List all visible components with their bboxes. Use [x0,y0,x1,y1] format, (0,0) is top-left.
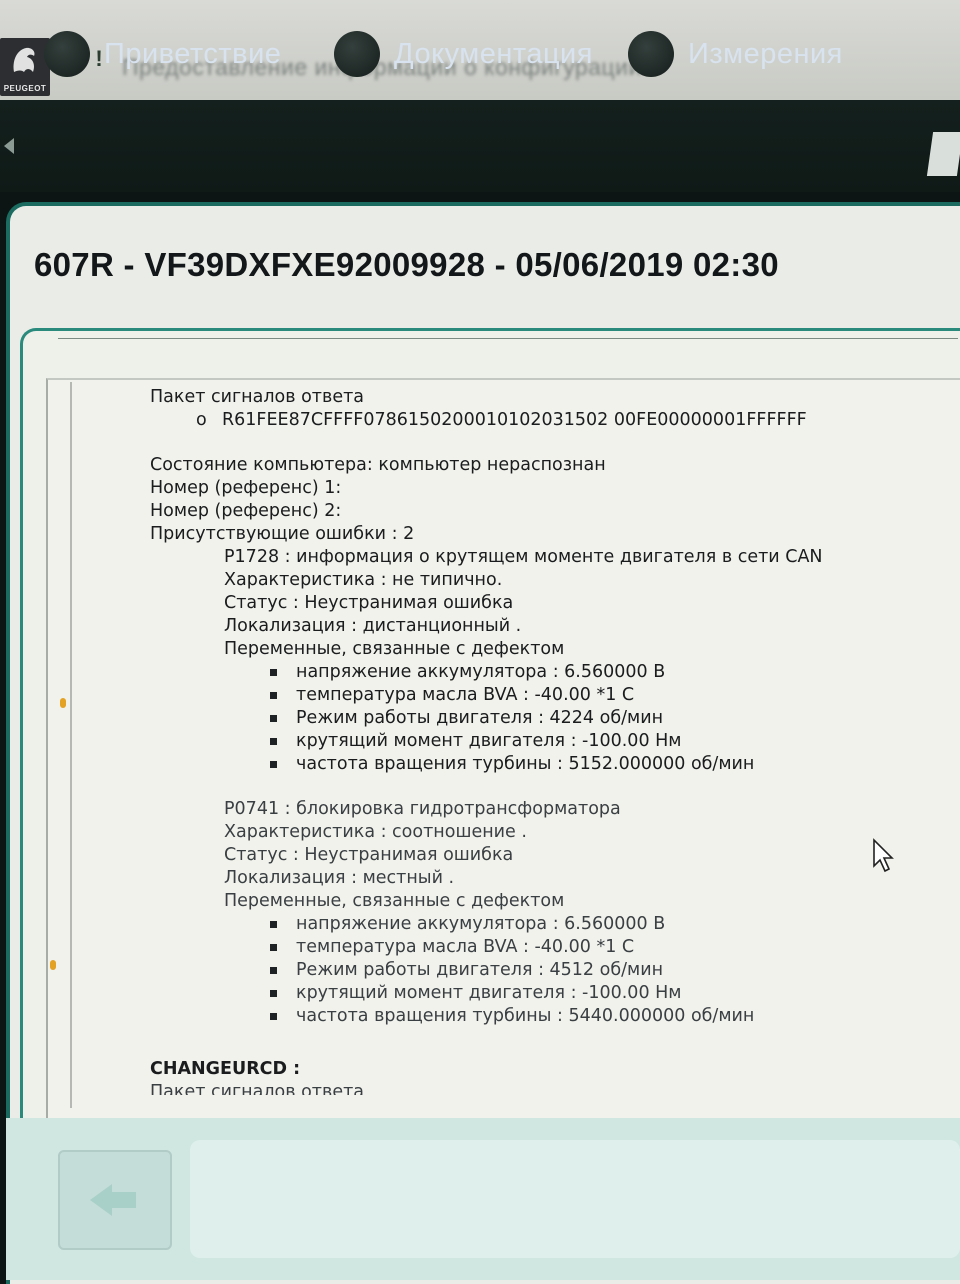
square-bullet-icon [270,990,277,997]
tab-measurements-label: Измерения [688,37,843,70]
fault-variables-label: Переменные, связанные с дефектом [224,891,565,911]
tab-welcome-label: Приветствие [104,37,282,70]
peugeot-logo: PEUGEOT [0,38,50,96]
square-bullet-icon [270,692,277,699]
page-title: 607R - VF39DXFXE92009928 - 05/06/2019 02… [34,246,779,283]
fault-report: Пакет сигналов ответа o R61FEE87CFFFF0786… [150,386,940,1095]
list-item: температура масла BVA : -40.00 *1 C [150,684,940,707]
present-faults: Присутствующие ошибки : 2 [150,524,415,544]
fault-status: Статус : Неустранимая ошибка [224,845,514,865]
circle-icon [44,31,90,77]
list-item: температура масла BVA : -40.00 *1 C [150,936,940,959]
square-bullet-icon [270,669,277,676]
fault-code-line: P0741 : блокировка гидротрансформатора [224,799,621,819]
tab-welcome[interactable]: Приветствие [44,30,281,78]
fault-status: Статус : Неустранимая ошибка [224,593,514,613]
tab-measurements[interactable]: Измерения [628,30,843,78]
tab-documentation[interactable]: Документация [334,30,593,78]
response-packet-row: o R61FEE87CFFFF0786150200010102031502 00F… [150,409,940,432]
list-item: крутящий момент двигателя : -100.00 Нм [150,982,940,1005]
list-item: частота вращения турбины : 5440.000000 о… [150,1005,940,1028]
report-margin-line [70,382,72,1108]
list-item: частота вращения турбины : 5152.000000 о… [150,753,940,776]
marker-dot [60,698,66,708]
response-packet-value: R61FEE87CFFFF0786150200010102031502 00FE… [222,410,807,430]
tab-bar [0,100,960,192]
fault-localization: Локализация : дистанционный . [224,616,522,636]
logo-text: PEUGEOT [3,84,47,93]
back-button[interactable] [58,1150,172,1250]
square-bullet-icon [270,944,277,951]
square-bullet-icon [270,921,277,928]
computer-state: Состояние компьютера: компьютер нераспоз… [150,455,606,475]
arrow-left-icon [90,1184,112,1216]
list-item: напряжение аккумулятора : 6.560000 В [150,913,940,936]
square-bullet-icon [270,738,277,745]
scroll-left-icon[interactable] [4,138,14,154]
fault-localization: Локализация : местный . [224,868,455,888]
fault-code-line: P1728 : информация о крутящем моменте дв… [224,547,823,567]
changeurcd-packet: Пакет сигналов ответа [150,1082,364,1095]
square-bullet-icon [270,761,277,768]
next-tab-icon[interactable] [926,132,960,176]
reference-1: Номер (референс) 1: [150,478,342,498]
circle-bullet-icon: o [196,410,207,430]
reference-2: Номер (референс) 2: [150,501,342,521]
list-item: Режим работы двигателя : 4224 об/мин [150,707,940,730]
changeurcd-label: CHANGEURCD : [150,1059,301,1079]
response-packet-label: Пакет сигналов ответа [150,387,364,407]
divider [58,338,958,339]
square-bullet-icon [270,1013,277,1020]
list-item: крутящий момент двигателя : -100.00 Нм [150,730,940,753]
square-bullet-icon [270,715,277,722]
fault-characteristic: Характеристика : соотношение . [224,822,527,842]
square-bullet-icon [270,967,277,974]
list-item: напряжение аккумулятора : 6.560000 В [150,661,940,684]
circle-icon [628,31,674,77]
list-item: Режим работы двигателя : 4512 об/мин [150,959,940,982]
tab-documentation-label: Документация [394,37,593,70]
fault-characteristic: Характеристика : не типично. [224,570,503,590]
fault-variables-label: Переменные, связанные с дефектом [224,639,565,659]
mouse-cursor-icon [873,838,894,873]
circle-icon [334,31,380,77]
lion-icon [13,47,35,72]
status-field [190,1140,960,1258]
marker-dot [50,960,56,970]
